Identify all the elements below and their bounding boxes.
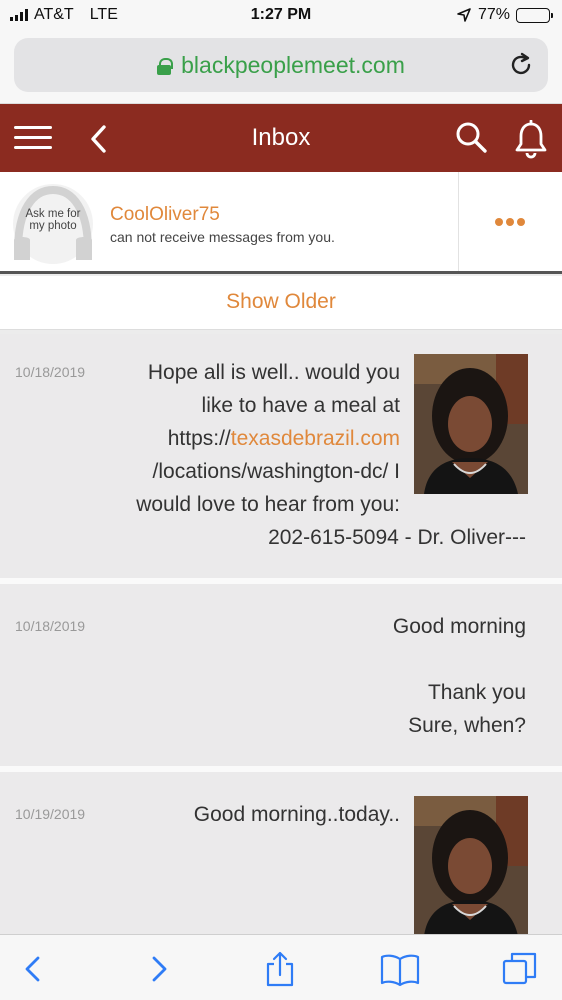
message-item: 10/18/2019 Good morning Thank you Sure, … — [0, 584, 562, 766]
message-line-prefix: https:// — [167, 427, 231, 450]
message-line: /locations/washington-dc/ I — [152, 460, 400, 483]
message-text: Hope all is well.. would you like to hav… — [90, 356, 400, 521]
browser-bar: blackpeoplemeet.com — [0, 32, 562, 104]
message-line: like to have a meal at — [201, 394, 400, 417]
message-line: Sure, when? — [408, 714, 526, 737]
message-line: 202-615-5094 - Dr. Oliver--- — [268, 526, 526, 549]
message-line: Good morning..today.. — [193, 803, 400, 826]
tabs-icon[interactable] — [502, 951, 538, 987]
message-line: Hope all is well.. would you — [147, 361, 400, 384]
battery-icon — [516, 7, 553, 23]
sender-photo[interactable] — [414, 354, 528, 494]
battery-percent: 77% — [477, 6, 510, 23]
app-header: Inbox — [0, 104, 562, 172]
message-date: 10/18/2019 — [15, 618, 86, 634]
message-line: Thank you — [427, 681, 526, 704]
location-arrow-icon — [457, 8, 471, 22]
share-icon[interactable] — [262, 951, 298, 987]
message-line: https://texasdebrazil.com — [90, 422, 400, 455]
show-older-button[interactable]: Show Older — [0, 276, 562, 330]
message-line: Good morning — [392, 615, 526, 638]
contact-name[interactable]: CoolOliver75 — [110, 204, 220, 226]
avatar-caption-line1: Ask me for — [25, 208, 81, 220]
back-arrow-icon[interactable] — [16, 951, 52, 987]
forward-arrow-icon[interactable] — [140, 951, 176, 987]
message-line: would love to hear from you: — [136, 493, 400, 516]
avatar-caption: Ask me for my photo — [8, 208, 98, 232]
message-date: 10/18/2019 — [15, 364, 86, 380]
message-text: Thank you Sure, when? — [226, 676, 526, 742]
conversation-contact[interactable]: Ask me for my photo CoolOliver75 can not… — [0, 172, 562, 274]
contact-status: can not receive messages from you. — [110, 229, 335, 245]
avatar-caption-line2: my photo — [29, 220, 77, 232]
status-bar: AT&T LTE 1:27 PM 77% — [0, 0, 562, 32]
bell-icon[interactable] — [512, 120, 550, 160]
url-display[interactable]: blackpeoplemeet.com — [14, 52, 548, 79]
reload-icon[interactable] — [508, 52, 534, 78]
status-right: 77% — [456, 6, 553, 24]
address-bar[interactable]: blackpeoplemeet.com — [14, 38, 548, 92]
message-link[interactable]: texasdebrazil.com — [231, 427, 400, 450]
search-icon[interactable] — [454, 120, 488, 154]
message-item: 10/18/2019 Hope all is well.. would you … — [0, 334, 562, 578]
more-options-icon[interactable] — [458, 172, 562, 271]
lock-icon — [157, 58, 174, 75]
sender-photo[interactable] — [414, 796, 528, 936]
message-date: 10/19/2019 — [15, 806, 86, 822]
url-text: blackpeoplemeet.com — [181, 52, 405, 78]
bookmarks-icon[interactable] — [380, 951, 420, 987]
browser-toolbar — [0, 934, 562, 1000]
message-item: 10/19/2019 Good morning..today.. — [0, 772, 562, 936]
